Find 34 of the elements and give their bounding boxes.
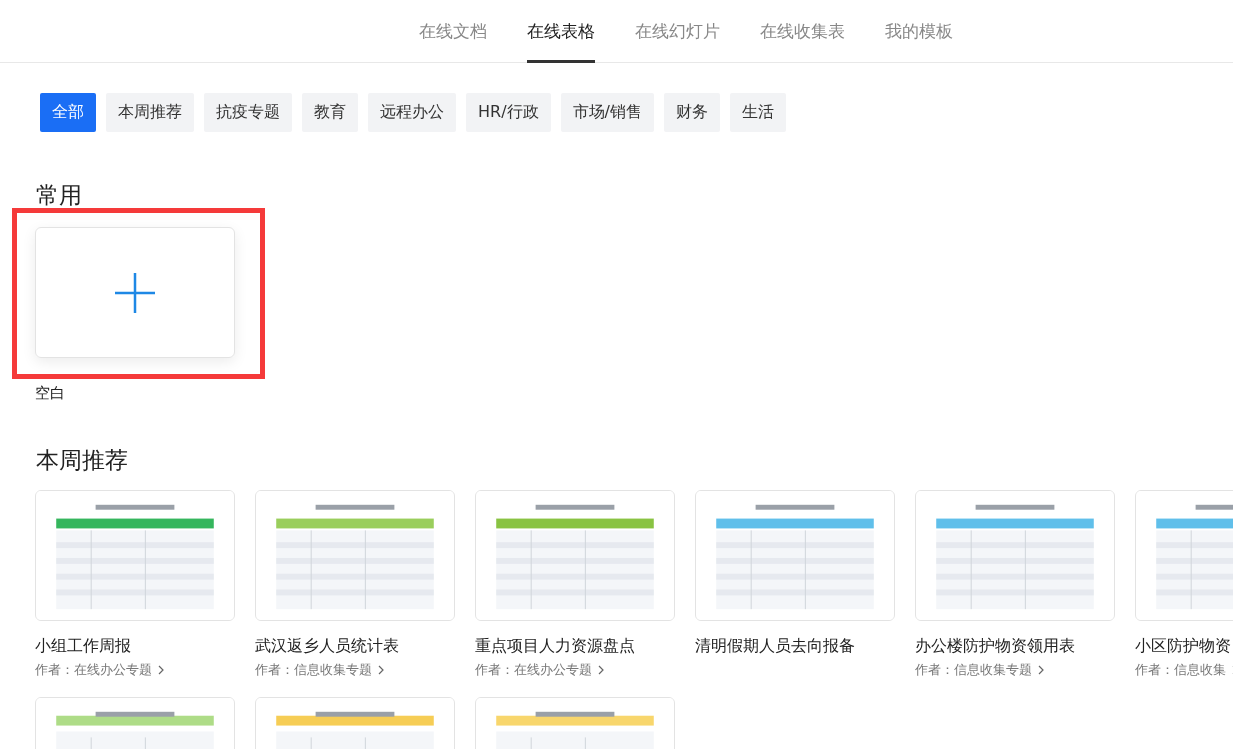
chevron-right-icon (158, 665, 164, 675)
nav-tab[interactable]: 我的模板 (884, 0, 953, 63)
category-tab[interactable]: 教育 (302, 93, 358, 132)
chevron-right-icon (378, 665, 384, 675)
blank-template-card[interactable] (35, 227, 235, 358)
author-link[interactable]: 作者：信息收集专题 (255, 661, 384, 679)
category-tab[interactable]: 财务 (663, 93, 720, 132)
section-heading: 常用 (36, 181, 83, 210)
chevron-right-icon (1038, 665, 1044, 675)
template-title: 空白 (35, 384, 66, 403)
template-title[interactable]: 武汉返乡人员统计表 (255, 636, 455, 657)
chevron-right-icon (598, 665, 604, 675)
template-title[interactable]: 清明假期人员去向报备 (695, 636, 895, 657)
author-link[interactable]: 作者：信息收集 (1135, 661, 1233, 679)
author-link[interactable]: 作者：在线办公专题 (475, 661, 604, 679)
plus-icon (115, 272, 155, 313)
template-title[interactable]: 重点项目人力资源盘点 (475, 636, 675, 657)
template-title[interactable]: 小区防护物资 (1135, 636, 1233, 657)
section-heading: 本周推荐 (36, 446, 129, 475)
author-link[interactable]: 作者：在线办公专题 (35, 661, 164, 679)
category-tab[interactable]: 远程办公 (368, 93, 456, 132)
nav-tab[interactable]: 在线表格 (526, 0, 595, 63)
category-tab[interactable]: 全部 (40, 93, 96, 132)
category-tab[interactable]: HR/行政 (466, 93, 551, 132)
template-title[interactable]: 小组工作周报 (35, 636, 235, 657)
nav-tab[interactable]: 在线收集表 (759, 0, 845, 63)
template-title[interactable]: 办公楼防护物资领用表 (915, 636, 1115, 657)
category-tab[interactable]: 抗疫专题 (204, 93, 292, 132)
author-link[interactable]: 作者：信息收集专题 (915, 661, 1044, 679)
category-tab[interactable]: 生活 (729, 93, 786, 132)
category-tab[interactable]: 市场/销售 (560, 93, 654, 132)
nav-tab[interactable]: 在线文档 (418, 0, 487, 63)
nav-tab[interactable]: 在线幻灯片 (634, 0, 720, 63)
category-tab[interactable]: 本周推荐 (106, 93, 194, 132)
